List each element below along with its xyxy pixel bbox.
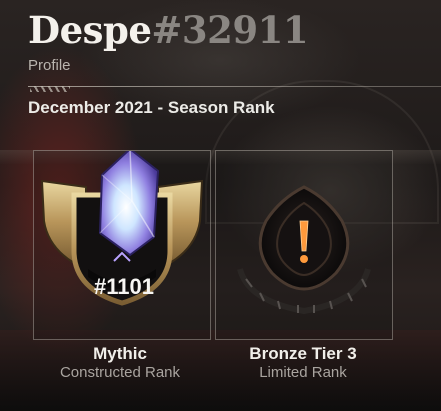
- player-tag: #32911: [151, 8, 309, 52]
- player-name: Despe#32911: [28, 8, 309, 52]
- mythic-crystal-icon: [40, 151, 204, 306]
- mythic-rank-number: #1101: [94, 274, 154, 299]
- limited-rank-label: Limited Rank: [259, 364, 347, 381]
- limited-tier-name: Bronze Tier 3: [249, 344, 357, 363]
- player-display-name: Despe: [28, 8, 152, 52]
- profile-header: Despe#32911 Profile: [28, 8, 309, 74]
- divider-ornament: [30, 86, 70, 92]
- constructed-rank-label: Constructed Rank: [59, 364, 181, 381]
- profile-label: Profile: [28, 57, 71, 74]
- header-divider: [28, 86, 441, 87]
- limited-rank-card[interactable]: [215, 150, 393, 340]
- bronze-exclamation-icon: [237, 185, 371, 315]
- constructed-rank-card[interactable]: #1101: [33, 150, 211, 340]
- season-rank-title: December 2021 - Season Rank: [28, 98, 275, 117]
- constructed-tier-name: Mythic: [93, 344, 147, 363]
